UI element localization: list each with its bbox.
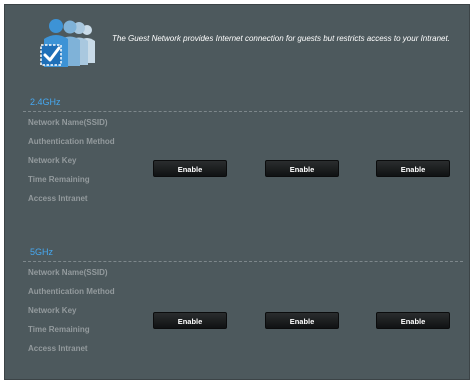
guest-network-logo-icon (40, 19, 95, 67)
enable-button-5g-2[interactable]: Enable (265, 312, 339, 329)
enable-button-2g-2[interactable]: Enable (265, 160, 339, 177)
label-auth-method-2g: Authentication Method (28, 137, 115, 146)
band-separator-2g (23, 111, 463, 112)
band-separator-5g (23, 261, 463, 262)
label-auth-method-5g: Authentication Method (28, 287, 115, 296)
label-time-remaining-2g: Time Remaining (28, 175, 90, 184)
label-time-remaining-5g: Time Remaining (28, 325, 90, 334)
enable-button-2g-1[interactable]: Enable (153, 160, 227, 177)
guest-network-panel: The Guest Network provides Internet conn… (4, 4, 470, 380)
label-network-key-5g: Network Key (28, 306, 77, 315)
enable-button-2g-3[interactable]: Enable (376, 160, 450, 177)
guest-network-description: The Guest Network provides Internet conn… (112, 34, 450, 43)
label-access-intranet-5g: Access Intranet (28, 344, 88, 353)
label-network-name-2g: Network Name(SSID) (28, 118, 108, 127)
label-network-name-5g: Network Name(SSID) (28, 268, 108, 277)
label-network-key-2g: Network Key (28, 156, 77, 165)
enable-button-5g-3[interactable]: Enable (376, 312, 450, 329)
label-access-intranet-2g: Access Intranet (28, 194, 88, 203)
band-title-2g: 2.4GHz (30, 97, 61, 107)
enable-button-5g-1[interactable]: Enable (153, 312, 227, 329)
band-title-5g: 5GHz (30, 247, 54, 257)
